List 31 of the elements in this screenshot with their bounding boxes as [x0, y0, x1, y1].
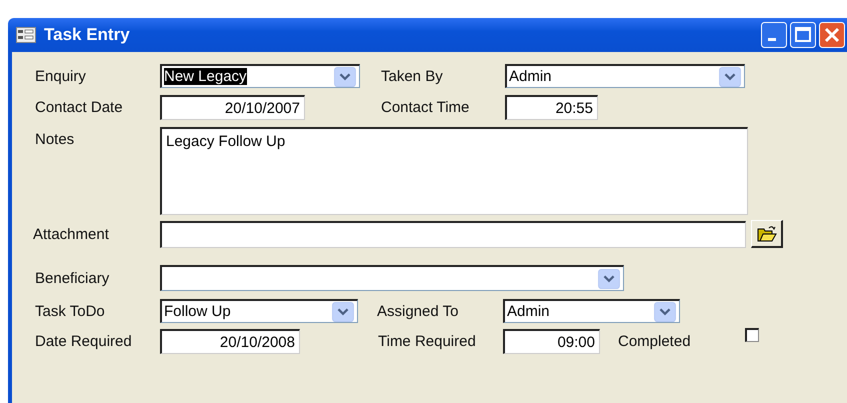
window-title: Task Entry — [44, 25, 130, 45]
time-required-field[interactable]: 09:00 — [503, 329, 600, 354]
field-label: Notes — [35, 130, 76, 148]
close-icon[interactable] — [819, 22, 845, 48]
contact-time-field[interactable]: 20:55 — [505, 95, 598, 120]
date-required-field[interactable]: 20/10/2008 — [160, 329, 300, 354]
assigned-to-dropdown[interactable]: Admin — [503, 299, 680, 323]
field-label: Attachment — [33, 226, 110, 242]
notes-field[interactable]: Legacy Follow Up — [160, 127, 748, 215]
field-label: Task ToDo — [35, 302, 106, 320]
field-label: Completed — [618, 333, 692, 350]
taken-by-dropdown[interactable]: Admin — [505, 64, 745, 88]
task-todo-dropdown[interactable]: Follow Up — [160, 299, 358, 323]
field-label: Taken By — [381, 68, 444, 84]
field-label: Assigned To — [377, 302, 460, 320]
attachment-field[interactable] — [160, 220, 746, 248]
field-label: Beneficiary — [35, 270, 110, 286]
folder-icon — [756, 224, 776, 242]
browse-button[interactable] — [751, 220, 783, 248]
form-icon — [16, 27, 36, 43]
beneficiary-dropdown[interactable] — [160, 265, 624, 291]
field-label: Time Required — [378, 333, 477, 350]
maximize-icon[interactable] — [790, 22, 816, 48]
enquiry-dropdown[interactable]: New Legacy — [160, 64, 360, 88]
field-label: Contact Time — [381, 99, 470, 116]
minimize-icon[interactable] — [761, 22, 787, 48]
contact-date-field[interactable]: 20/10/2007 — [160, 95, 305, 120]
field-label: Enquiry — [35, 68, 87, 84]
field-label: Contact Date — [35, 99, 124, 116]
field-label: Date Required — [35, 333, 133, 350]
completed-checkbox[interactable] — [745, 328, 759, 342]
